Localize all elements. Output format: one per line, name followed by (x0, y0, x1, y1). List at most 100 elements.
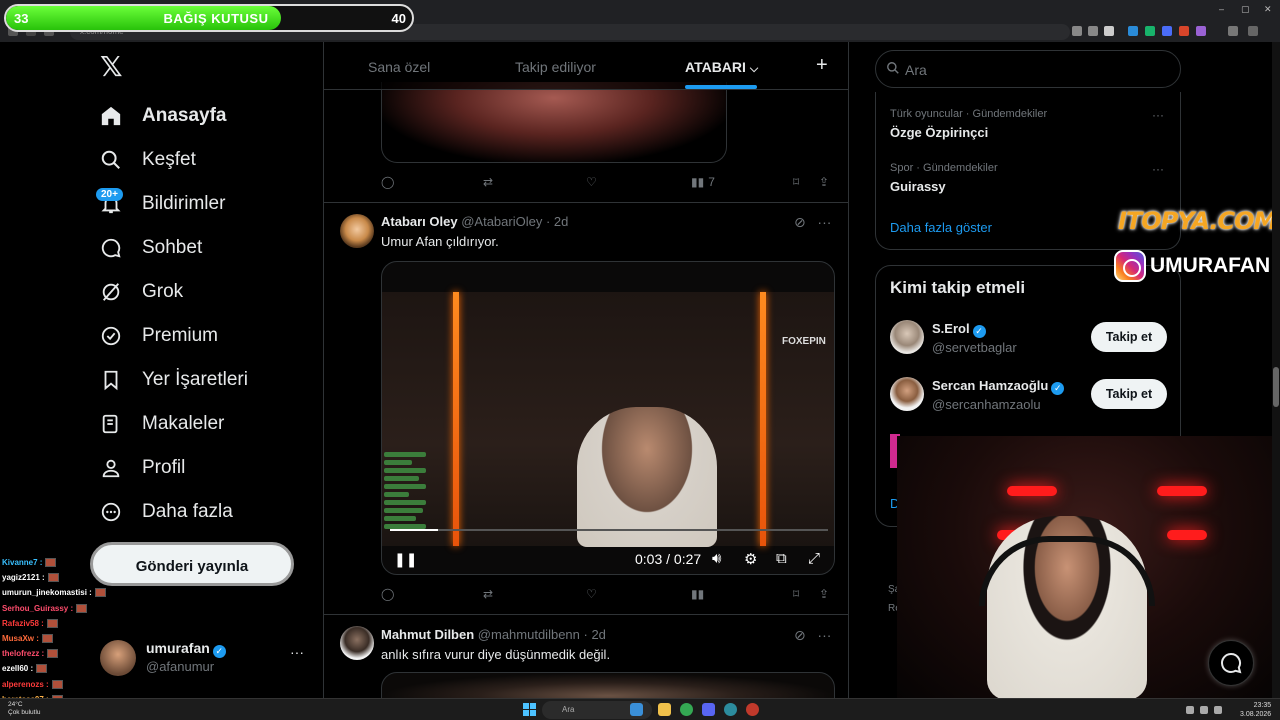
extension-icon[interactable] (1162, 26, 1172, 36)
pause-icon[interactable]: ❚❚ (394, 551, 417, 568)
discord-icon[interactable] (702, 703, 715, 716)
maximize-icon[interactable]: ▢ (1241, 4, 1250, 15)
follow-button[interactable]: Takip et (1091, 322, 1167, 352)
post-media-image[interactable] (381, 672, 835, 700)
chat-username[interactable]: yagiz2121 : (2, 573, 45, 582)
post-media-image[interactable] (381, 82, 727, 163)
post-author-name[interactable]: Mahmut Dilben (381, 627, 474, 642)
nav-premium[interactable]: Premium (98, 316, 218, 356)
extension-icon[interactable] (1128, 26, 1138, 36)
nav-home[interactable]: Anasayfa (98, 96, 227, 136)
more-icon[interactable]: ··· (817, 214, 831, 230)
chat-username[interactable]: ezell60 : (2, 664, 33, 673)
nav-chat[interactable]: Sohbet (98, 228, 202, 268)
reply-icon[interactable]: ◯ (381, 175, 394, 189)
nav-articles[interactable]: Makaleler (98, 404, 224, 444)
cast-icon[interactable] (1088, 26, 1098, 36)
nav-explore[interactable]: Keşfet (98, 140, 196, 180)
show-more-link[interactable]: Daha fazla göster (890, 220, 992, 235)
share-icon[interactable]: ⇪ (819, 587, 829, 601)
chat-username[interactable]: MusaXw : (2, 634, 39, 643)
avatar[interactable] (340, 626, 374, 660)
windows-start-icon[interactable] (523, 703, 536, 716)
x-logo-icon[interactable]: 𝕏 (100, 53, 126, 81)
more-icon[interactable]: ··· (817, 627, 831, 643)
close-icon[interactable]: ✕ (1264, 4, 1272, 15)
views-icon[interactable]: ▮▮ (691, 587, 704, 601)
picture-in-picture-icon[interactable]: ⧉ (776, 550, 787, 567)
tab-following[interactable]: Takip ediliyor (515, 59, 596, 75)
nav-more[interactable]: Daha fazla (98, 492, 233, 532)
puzzle-icon[interactable] (1228, 26, 1238, 36)
chat-username[interactable]: alperenozs : (2, 680, 49, 689)
chat-username[interactable]: umurun_jinekomastisi : (2, 588, 92, 597)
suggested-user-handle[interactable]: @servetbaglar (932, 340, 1017, 355)
chat-username[interactable]: Kivanne7 : (2, 558, 42, 567)
tab-atabari[interactable]: ATABARI ⌵ (685, 59, 758, 76)
battery-icon[interactable] (1214, 706, 1222, 714)
like-icon[interactable]: ♡ (586, 587, 597, 601)
post-author-handle[interactable]: @AtabariOley (461, 214, 542, 229)
nav-grok[interactable]: Grok (98, 272, 183, 312)
extension-icon[interactable] (1145, 26, 1155, 36)
post-author-name[interactable]: Atabarı Oley (381, 214, 458, 229)
post-author-handle[interactable]: @mahmutdilbenn (478, 627, 580, 642)
minimize-icon[interactable]: – (1219, 4, 1224, 14)
edge-icon[interactable] (724, 703, 737, 716)
grok-icon[interactable]: ⊘ (794, 627, 806, 643)
more-icon[interactable]: ··· (1152, 108, 1164, 122)
grok-icon[interactable]: ⊘ (794, 214, 806, 230)
clock[interactable]: 23:35 3.08.2026 (1240, 701, 1271, 719)
trend-name[interactable]: Guirassy (890, 179, 946, 194)
chat-username[interactable]: Rafaziv58 : (2, 619, 44, 628)
share-icon[interactable]: ⇪ (819, 175, 829, 189)
bookmark-icon[interactable]: ⌑ (793, 587, 799, 601)
suggested-user-name[interactable]: S.Erol ✓ (932, 321, 986, 338)
star-icon[interactable] (1104, 26, 1114, 36)
video-player[interactable]: FOXEPIN ❚❚ 0:03 / 0:27 🔊︎ ⚙ ⧉ ⤢ (381, 261, 835, 575)
repost-icon[interactable]: ⇄ (483, 587, 493, 601)
views-button[interactable]: ▮▮ 7 (691, 175, 715, 189)
extension-icon[interactable] (1196, 26, 1206, 36)
suggested-user-name[interactable]: Sercan Hamzaoğlu ✓ (932, 378, 1065, 395)
weather-widget[interactable]: 24°C Çok bulutlu (8, 701, 41, 717)
app-icon[interactable] (630, 703, 643, 716)
verified-icon: ✓ (212, 645, 226, 658)
chat-bubble-icon[interactable] (1208, 640, 1254, 686)
more-icon[interactable]: ··· (290, 644, 304, 660)
avatar[interactable] (890, 320, 924, 354)
zoom-icon[interactable] (1072, 26, 1082, 36)
trend-name[interactable]: Özge Özpirinçci (890, 125, 988, 140)
chat-username[interactable]: Serhou_Guirassy : (2, 604, 73, 613)
like-icon[interactable]: ♡ (586, 175, 597, 189)
tab-for-you[interactable]: Sana özel (368, 59, 430, 75)
folder-icon[interactable] (658, 703, 671, 716)
add-tab-icon[interactable]: + (816, 54, 828, 77)
reply-icon[interactable]: ◯ (381, 587, 394, 601)
avatar[interactable] (890, 377, 924, 411)
volume-icon[interactable]: 🔊︎ (712, 550, 721, 567)
profile-icon[interactable] (1248, 26, 1258, 36)
chrome-icon[interactable] (680, 703, 693, 716)
scrollbar[interactable] (1272, 42, 1280, 700)
post-time[interactable]: · 2d (546, 214, 568, 229)
app-icon[interactable] (746, 703, 759, 716)
post-time[interactable]: · 2d (584, 627, 606, 642)
chat-username[interactable]: thelofrezz : (2, 649, 44, 658)
more-icon[interactable]: ··· (1152, 162, 1164, 176)
bookmark-icon[interactable]: ⌑ (793, 175, 799, 189)
search-input[interactable]: Ara (875, 50, 1181, 88)
nav-bookmarks[interactable]: Yer İşaretleri (98, 360, 248, 400)
repost-icon[interactable]: ⇄ (483, 175, 493, 189)
nav-profile[interactable]: Profil (98, 448, 185, 488)
settings-gear-icon[interactable]: ⚙ (744, 550, 757, 568)
video-progress-bar[interactable] (390, 529, 828, 531)
fullscreen-icon[interactable]: ⤢ (808, 550, 820, 567)
network-icon[interactable] (1186, 706, 1194, 714)
volume-icon[interactable] (1200, 706, 1208, 714)
extension-icon[interactable] (1179, 26, 1189, 36)
follow-button[interactable]: Takip et (1091, 379, 1167, 409)
avatar[interactable] (340, 214, 374, 248)
scrollbar-thumb[interactable] (1273, 367, 1279, 407)
suggested-user-handle[interactable]: @sercanhamzaolu (932, 397, 1041, 412)
